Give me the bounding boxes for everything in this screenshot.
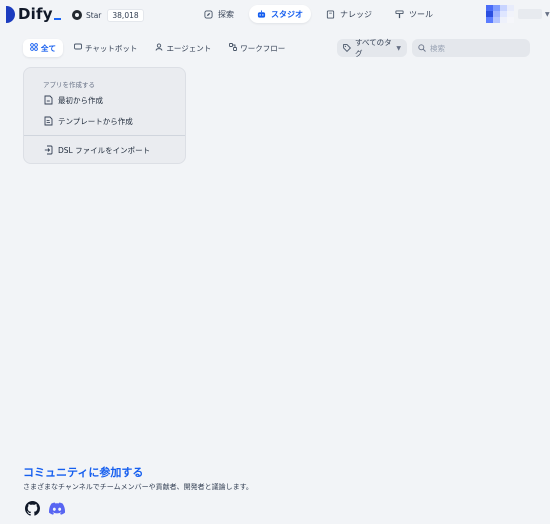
workflow-icon: [229, 43, 238, 53]
search-icon: [418, 44, 426, 52]
dify-logo[interactable]: Dify: [6, 4, 61, 24]
github-icon: [72, 10, 82, 20]
github-icon[interactable]: [24, 500, 40, 516]
community-title: コミュニティに参加する: [23, 466, 144, 479]
github-star-button[interactable]: Star 38,018: [72, 7, 144, 23]
chevron-down-icon: ▼: [396, 44, 401, 52]
nav-explore-label: 探索: [218, 9, 234, 19]
file-template-icon: [43, 116, 53, 126]
chat-icon: [74, 43, 82, 53]
discord-icon[interactable]: [49, 500, 65, 516]
create-from-blank-label: 最初から作成: [58, 95, 103, 105]
tab-agent-label: エージェント: [166, 43, 212, 53]
avatar-pixel: [486, 17, 493, 23]
account-menu[interactable]: ▼: [486, 5, 550, 23]
robot-icon: [257, 9, 266, 19]
tag-icon: [343, 44, 351, 52]
tab-agent[interactable]: エージェント: [148, 39, 218, 57]
top-header: Dify Star 38,018 探索 スタジオ ナレッジ ツール ▼: [0, 0, 550, 30]
avatar-pixel: [507, 17, 514, 23]
nav-knowledge[interactable]: ナレッジ: [318, 5, 380, 23]
tag-filter-dropdown[interactable]: すべてのタグ ▼: [337, 38, 407, 58]
avatar-pixel: [493, 17, 500, 23]
main-nav: 探索 スタジオ ナレッジ ツール: [196, 5, 448, 23]
tab-chatbot-label: チャットボット: [85, 43, 138, 53]
app-type-tabs: 全て チャットボット エージェント ワークフロー: [23, 39, 296, 57]
logo-cursor: [53, 18, 61, 20]
hammer-icon: [395, 9, 404, 19]
book-icon: [326, 9, 335, 19]
grid-icon: [30, 43, 38, 53]
star-count: 38,018: [107, 8, 144, 22]
file-plus-icon: [43, 95, 53, 105]
import-dsl-button[interactable]: DSL ファイルをインポート: [43, 143, 150, 157]
social-links: [24, 500, 74, 516]
star-label: Star: [86, 10, 102, 20]
search-box[interactable]: [412, 39, 530, 57]
logo-text: Dify: [18, 5, 53, 23]
nav-tools-label: ツール: [409, 9, 433, 19]
tab-all-label: 全て: [41, 43, 56, 53]
tab-workflow[interactable]: ワークフロー: [222, 39, 292, 57]
create-app-heading: アプリを作成する: [43, 81, 95, 89]
import-dsl-label: DSL ファイルをインポート: [58, 145, 151, 155]
nav-explore[interactable]: 探索: [196, 5, 242, 23]
nav-studio-label: スタジオ: [271, 9, 303, 19]
account-name-placeholder: [518, 9, 542, 19]
agent-icon: [155, 43, 163, 53]
nav-studio[interactable]: スタジオ: [249, 5, 311, 23]
compass-icon: [204, 9, 213, 19]
import-icon: [43, 145, 53, 155]
search-input[interactable]: [430, 43, 520, 53]
avatar: [486, 5, 514, 23]
nav-tools[interactable]: ツール: [387, 5, 441, 23]
tab-workflow-label: ワークフロー: [240, 43, 286, 53]
community-description: さまざまなチャンネルでチームメンバーや貢献者、開発者と議論します。: [23, 483, 253, 491]
chevron-down-icon: ▼: [545, 10, 550, 18]
create-card-divider: [24, 135, 185, 136]
create-from-template-button[interactable]: テンプレートから作成: [43, 114, 133, 128]
tab-all[interactable]: 全て: [23, 39, 63, 57]
nav-knowledge-label: ナレッジ: [340, 9, 372, 19]
avatar-pixel: [500, 17, 507, 23]
logo-mark: [6, 5, 15, 23]
create-from-blank-button[interactable]: 最初から作成: [43, 93, 103, 107]
tab-chatbot[interactable]: チャットボット: [67, 39, 144, 57]
create-app-card: アプリを作成する 最初から作成 テンプレートから作成 DSL ファイルをインポー…: [23, 67, 186, 164]
tag-filter-label: すべてのタグ: [355, 38, 392, 58]
create-from-template-label: テンプレートから作成: [58, 116, 133, 126]
